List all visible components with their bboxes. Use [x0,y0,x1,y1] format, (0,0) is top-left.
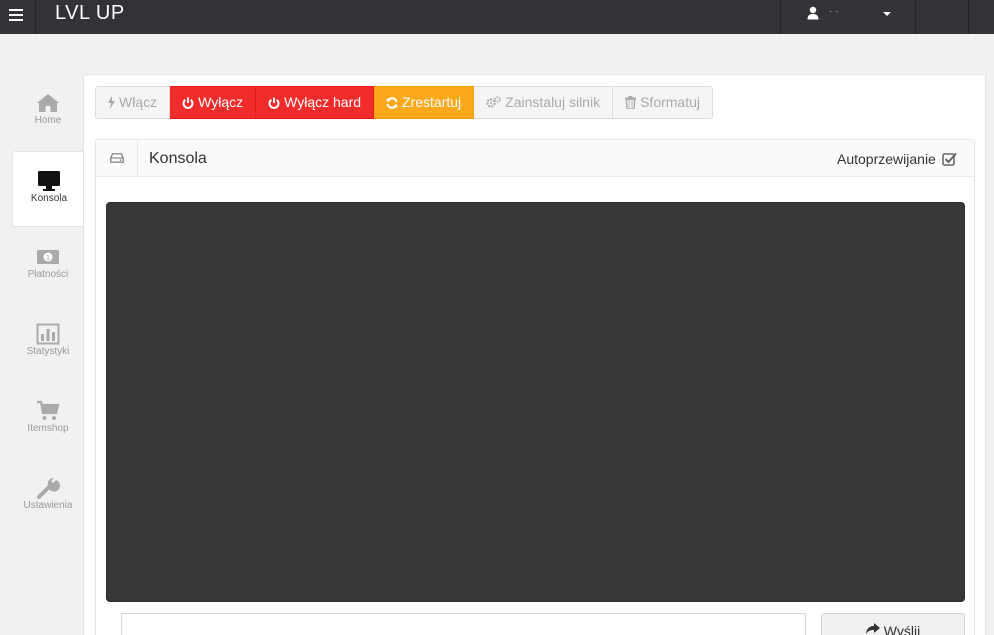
console-title: Konsola [149,150,207,167]
autoscroll-toggle[interactable]: Autoprzewijanie [837,151,957,167]
hdd-icon [96,140,138,177]
console-card: Konsola Autoprzewijanie Wyślij [95,139,975,635]
sidebar-item-konsola[interactable]: Konsola [12,151,84,227]
sidebar-item-label: Home [34,115,62,126]
sidebar-item-home[interactable]: Home [12,74,84,150]
format-button-label: Sformatuj [640,94,701,110]
restart-button-label: Zrestartuj [402,94,462,110]
sidebar-item-itemshop[interactable]: Itemshop [12,382,84,458]
command-input[interactable] [121,613,806,635]
sidebar-item-label: Ustawienia [23,500,73,511]
sidebar-item-label: Konsola [30,193,68,204]
start-button-label: Włącz [119,94,158,110]
user-icon [807,6,819,20]
money-icon: 1 [37,250,59,264]
top-navbar: LVL UP · · [0,0,994,34]
gears-icon [486,96,501,108]
bolt-icon [108,96,115,109]
console-output[interactable] [106,202,965,602]
bar-chart-icon [36,323,60,345]
monitor-icon [38,171,60,191]
restart-button[interactable]: Zrestartuj [374,86,475,119]
home-icon [37,94,59,112]
trash-icon [625,96,637,109]
sidebar-item-label: Statystyki [26,346,70,357]
sidebar-item-ustawienia[interactable]: Ustawienia [12,459,84,535]
stop-button[interactable]: Wyłącz [170,86,257,119]
sidebar-item-label: Płatności [27,269,69,280]
sidebar-item-platnosci[interactable]: 1 Płatności [12,228,84,304]
menu-toggle-icon[interactable] [0,0,36,34]
cart-icon [37,400,60,420]
sidebar-item-label: Itemshop [27,423,69,434]
caret-down-icon [883,12,891,16]
stop-button-label: Wyłącz [198,94,244,110]
brand-logo[interactable]: LVL UP [55,2,125,25]
send-button[interactable]: Wyślij [821,613,965,635]
install-engine-button[interactable]: Zainstaluj silnik [474,86,614,119]
power-icon [182,97,194,109]
stop-hard-button-label: Wyłącz hard [284,94,362,110]
svg-text:1: 1 [46,254,50,262]
console-header: Konsola Autoprzewijanie [96,140,974,177]
main-panel: Włącz Wyłącz Wyłącz hard Zrestartuj Zain… [83,74,986,635]
send-button-label: Wyślij [883,623,921,635]
wrench-icon [37,477,60,499]
sidebar-item-statystyki[interactable]: Statystyki [12,305,84,381]
navbar-divider [968,0,969,34]
stop-hard-button[interactable]: Wyłącz hard [256,86,375,119]
refresh-icon [386,96,398,109]
user-name: · · [829,6,839,17]
server-actions-toolbar: Włącz Wyłącz Wyłącz hard Zrestartuj Zain… [95,86,714,119]
start-button[interactable]: Włącz [95,86,171,119]
install-engine-button-label: Zainstaluj silnik [505,94,601,110]
power-icon [268,97,280,109]
share-icon [865,623,880,634]
format-button[interactable]: Sformatuj [613,86,714,119]
user-menu-dropdown[interactable]: · · [780,0,916,34]
autoscroll-label: Autoprzewijanie [837,151,936,167]
checkbox-checked-icon[interactable] [942,152,957,166]
